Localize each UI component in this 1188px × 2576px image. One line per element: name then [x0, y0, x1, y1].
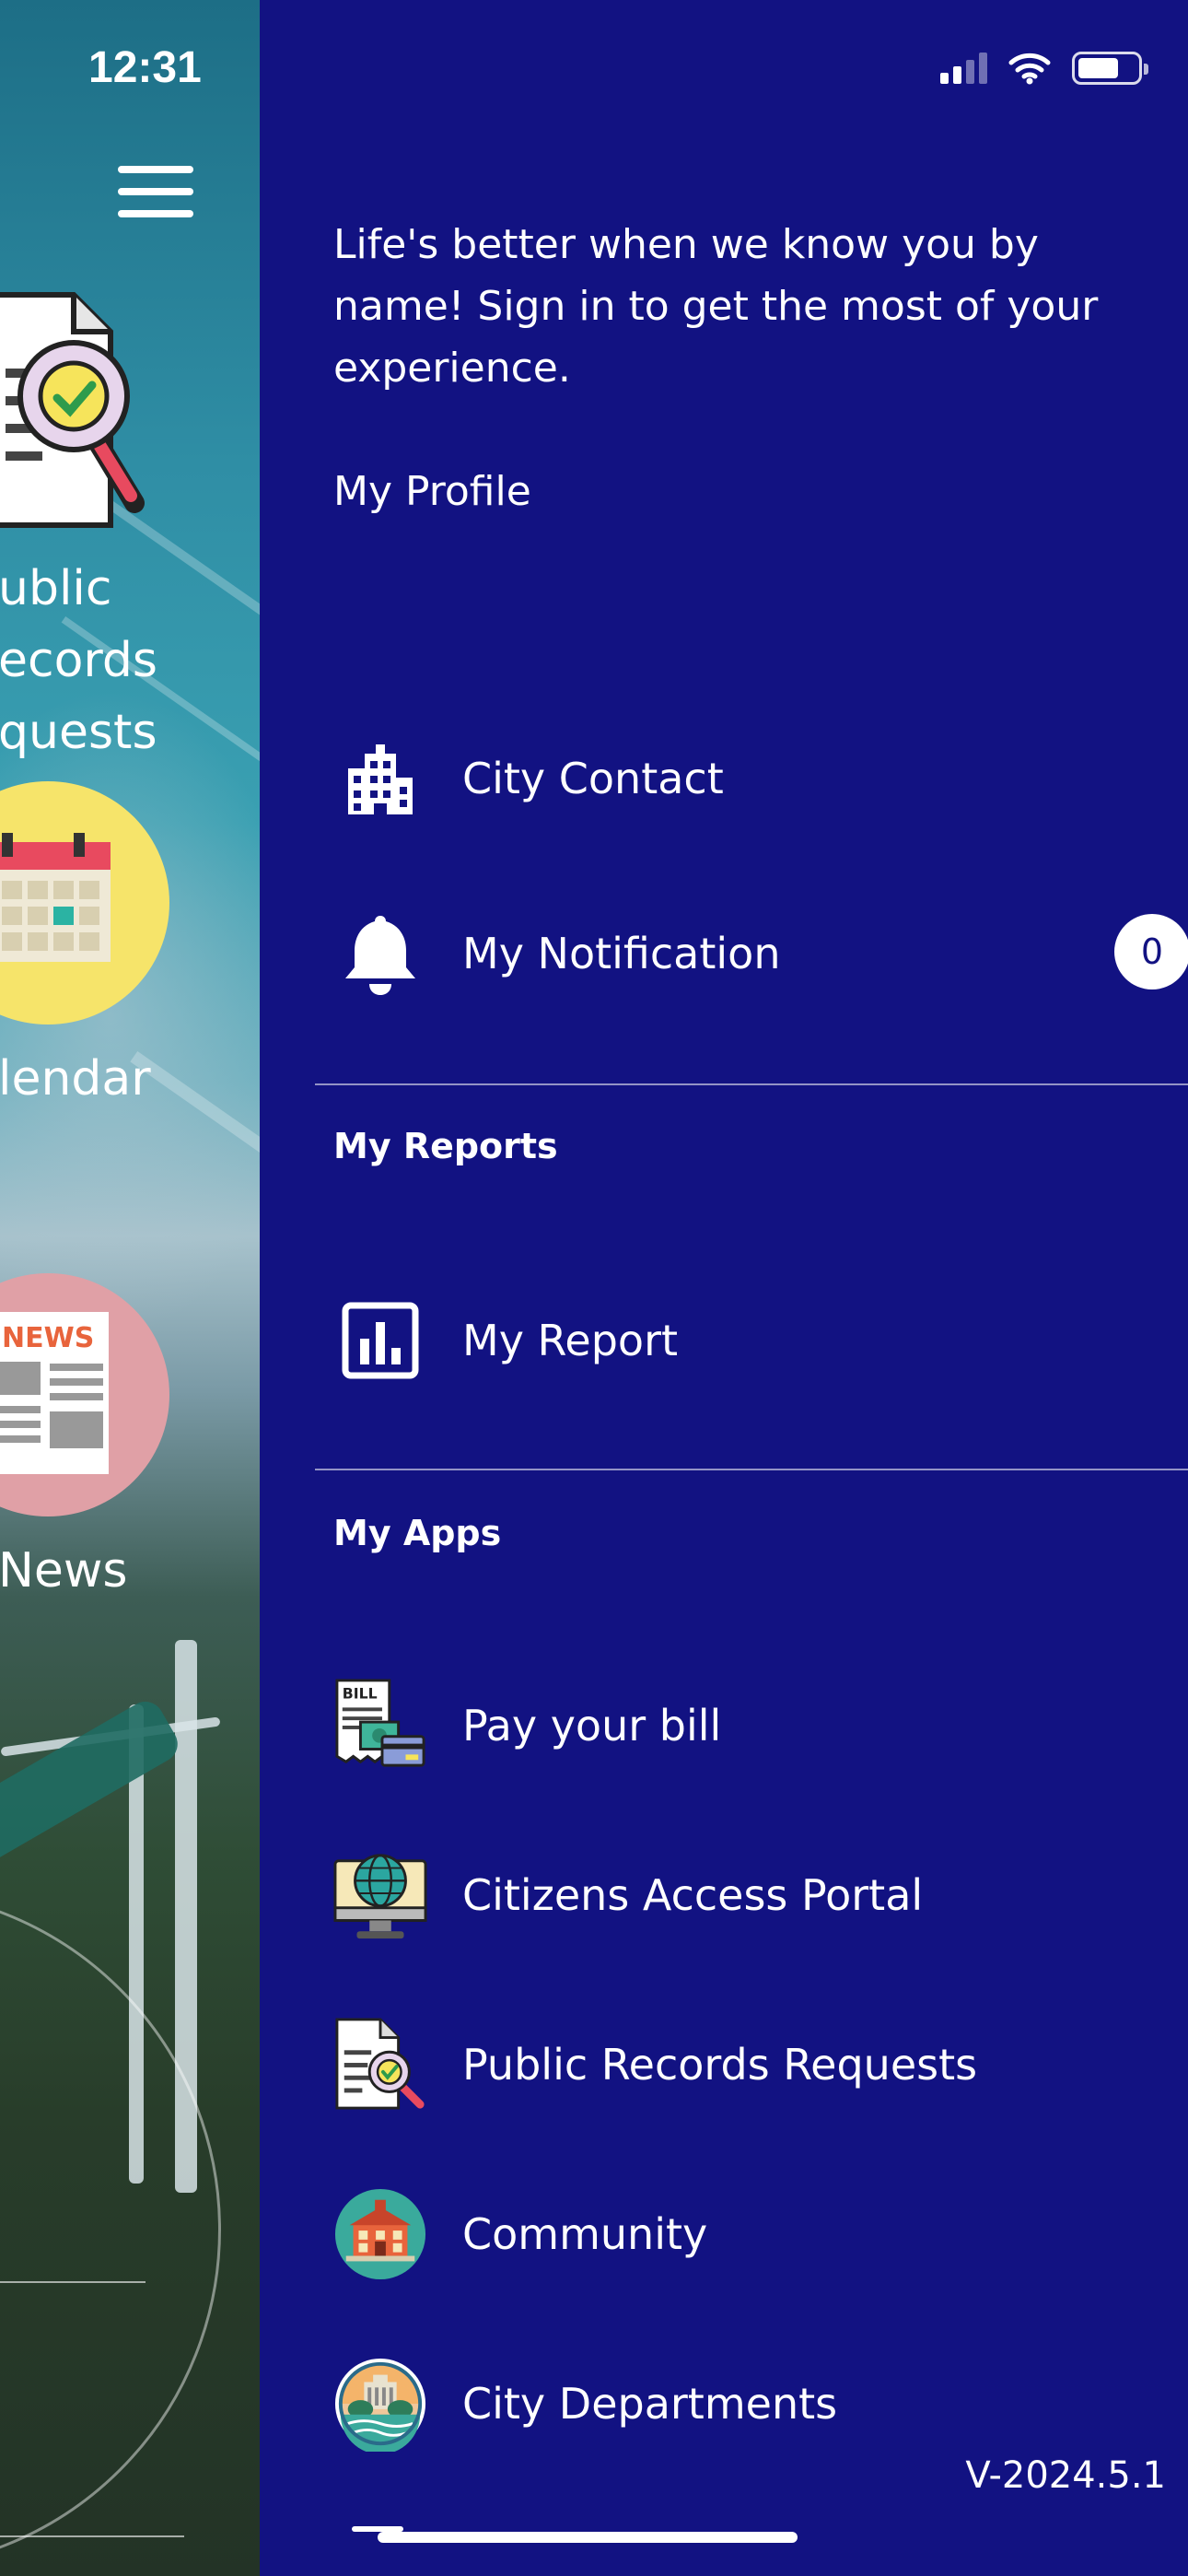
tile-calendar-label: lendar	[0, 1051, 151, 1107]
menu-item-label: My Notification	[462, 929, 781, 978]
menu-item-pay-your-bill[interactable]: BILL Pay your bill	[333, 1675, 1144, 1776]
community-building-icon	[333, 2187, 427, 2281]
menu-item-my-notification[interactable]: My Notification 0	[333, 903, 1188, 1004]
section-divider	[315, 1083, 1188, 1085]
tile-news[interactable]: NEWS	[0, 1273, 169, 1516]
status-icons	[940, 52, 1148, 85]
menu-item-label: Community	[462, 2209, 708, 2259]
hamburger-menu-button[interactable]	[118, 166, 193, 217]
cellular-signal-icon	[940, 53, 987, 84]
menu-item-community[interactable]: Community	[333, 2184, 1144, 2285]
menu-item-citizens-access-portal[interactable]: Citizens Access Portal	[333, 1844, 1144, 1946]
menu-item-label: My Report	[462, 1316, 679, 1365]
battery-icon	[1072, 52, 1148, 85]
menu-item-city-departments[interactable]: City Departments	[333, 2353, 1144, 2454]
building-icon	[333, 732, 427, 825]
section-title-my-apps: My Apps	[333, 1513, 502, 1553]
decorative-line	[0, 2281, 146, 2283]
document-magnifier-icon	[0, 292, 145, 528]
document-magnifier-icon	[333, 2018, 427, 2112]
wifi-icon	[1008, 53, 1051, 85]
calendar-icon	[0, 833, 111, 962]
menu-item-label: Citizens Access Portal	[462, 1870, 924, 1920]
background-app-panel: ublic ecords quests lendar NEWS News 12:…	[0, 0, 260, 2576]
menu-item-label: Pay your bill	[462, 1701, 722, 1751]
globe-computer-icon	[333, 1848, 427, 1942]
menu-bar	[118, 188, 193, 195]
menu-item-label: Public Records Requests	[462, 2040, 978, 2090]
notification-count-badge: 0	[1114, 914, 1188, 989]
navigation-drawer: Life's better when we know you by name! …	[260, 0, 1188, 2576]
menu-bar	[118, 166, 193, 173]
app-version: V-2024.5.1	[965, 2454, 1166, 2497]
menu-item-city-contact[interactable]: City Contact	[333, 728, 1144, 829]
section-divider	[315, 1469, 1188, 1470]
bell-icon	[333, 907, 427, 1001]
playground-slide	[0, 1694, 185, 1871]
decorative-line	[0, 2535, 184, 2537]
my-profile-link[interactable]: My Profile	[333, 468, 531, 515]
status-time: 12:31	[88, 43, 202, 92]
tile-calendar[interactable]	[0, 781, 169, 1025]
bill-icon: BILL	[333, 1679, 427, 1773]
tile-public-records-label: ublic ecords quests	[0, 561, 157, 760]
menu-item-my-report[interactable]: My Report	[333, 1290, 1144, 1391]
menu-item-public-records-requests[interactable]: Public Records Requests	[333, 2014, 1144, 2115]
tile-public-records[interactable]	[0, 286, 175, 547]
city-seal-icon	[333, 2357, 427, 2452]
svg-text:NEWS: NEWS	[2, 1322, 94, 1354]
sign-in-prompt: Life's better when we know you by name! …	[333, 221, 1099, 392]
home-indicator[interactable]	[378, 2532, 798, 2543]
menu-bar	[118, 210, 193, 217]
news-icon: NEWS	[0, 1312, 109, 1474]
section-title-my-reports: My Reports	[333, 1126, 558, 1166]
menu-item-label: City Departments	[462, 2379, 838, 2429]
menu-item-label: City Contact	[462, 754, 724, 803]
tile-news-label: News	[0, 1543, 128, 1598]
svg-text:BILL: BILL	[343, 1685, 378, 1703]
bar-chart-icon	[333, 1294, 427, 1388]
